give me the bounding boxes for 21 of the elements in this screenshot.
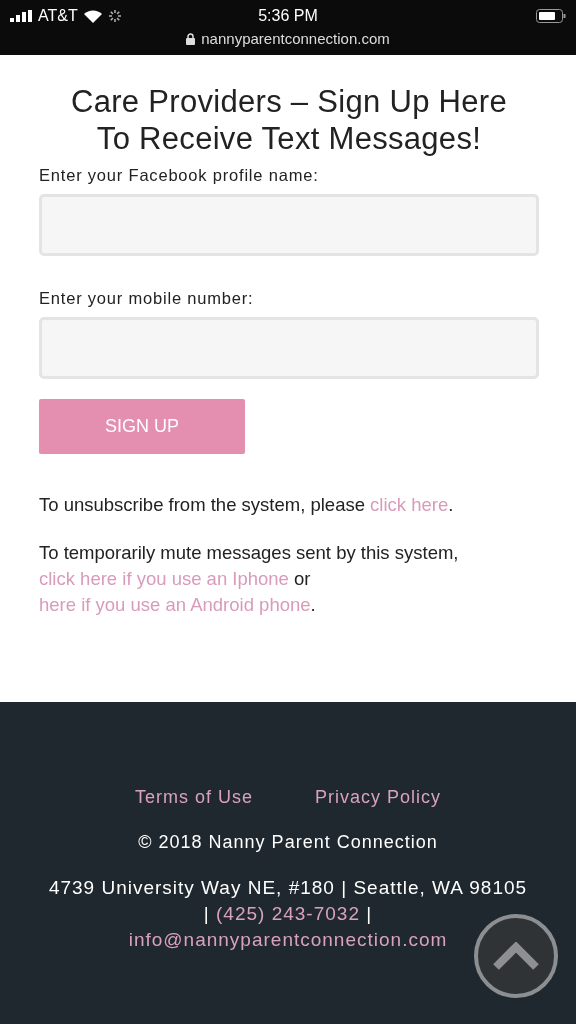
wifi-icon xyxy=(83,9,102,23)
field-label: Enter your mobile number: xyxy=(39,289,255,308)
lock-icon xyxy=(186,32,196,45)
clock-time: 5:36 PM xyxy=(258,7,318,25)
footer-link[interactable]: info@nannyparentconnection.com xyxy=(128,929,448,950)
footer-link[interactable]: Terms of Use xyxy=(134,787,253,808)
footer-link[interactable]: Privacy Policy xyxy=(315,787,442,808)
battery-icon xyxy=(536,9,566,23)
chevron-up-icon xyxy=(493,942,539,970)
signal-icon xyxy=(10,10,32,22)
paragraph: To temporarily mute messages sent by this system, click here if you use an Iphone or here if you use an Android phone. xyxy=(39,541,460,617)
footer-link[interactable]: (425) 243-7032 xyxy=(216,903,360,924)
input-field[interactable] xyxy=(39,317,539,379)
copyright-text: © 2018 Nanny Parent Connection xyxy=(137,832,439,853)
carrier-name: AT&T xyxy=(38,7,78,25)
loading-spinner-icon xyxy=(107,9,122,23)
input-field[interactable] xyxy=(39,194,539,256)
url-text[interactable]: nannyparentconnection.com xyxy=(201,30,390,47)
page-title: Care Providers – Sign Up Here To Receive Text Messages! xyxy=(70,83,508,157)
paragraph: To unsubscribe from the system, please click here. xyxy=(39,493,455,517)
field-label: Enter your Facebook profile name: xyxy=(39,166,320,185)
